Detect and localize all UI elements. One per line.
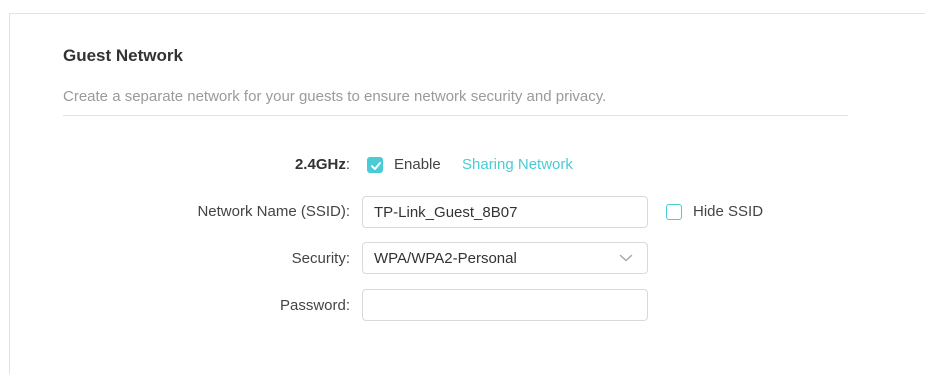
password-field[interactable]: [362, 289, 648, 321]
ssid-input[interactable]: [363, 197, 647, 227]
band-label-text: 2.4GHz: [294, 156, 346, 173]
section-title: Guest Network: [63, 46, 183, 65]
enable-checkbox[interactable]: [367, 157, 383, 173]
hide-ssid-label[interactable]: Hide SSID: [693, 203, 763, 220]
check-icon: [371, 162, 381, 170]
security-label: Security:: [291, 250, 350, 267]
section-divider: [63, 115, 848, 116]
sharing-network-link[interactable]: Sharing Network: [462, 156, 573, 173]
band-label-colon: :: [345, 156, 350, 173]
section-description: Create a separate network for your guest…: [63, 88, 607, 105]
password-input[interactable]: [363, 290, 647, 320]
hide-ssid-checkbox[interactable]: [666, 204, 682, 220]
security-selected-value: WPA/WPA2-Personal: [374, 250, 517, 267]
band-label: 2.4GHz:: [295, 156, 350, 173]
password-label: Password:: [279, 297, 350, 314]
chevron-down-icon: [619, 254, 633, 262]
enable-label[interactable]: Enable: [394, 156, 441, 173]
ssid-field[interactable]: [362, 196, 648, 228]
security-select[interactable]: WPA/WPA2-Personal: [362, 242, 648, 274]
ssid-label: Network Name (SSID):: [197, 203, 350, 220]
